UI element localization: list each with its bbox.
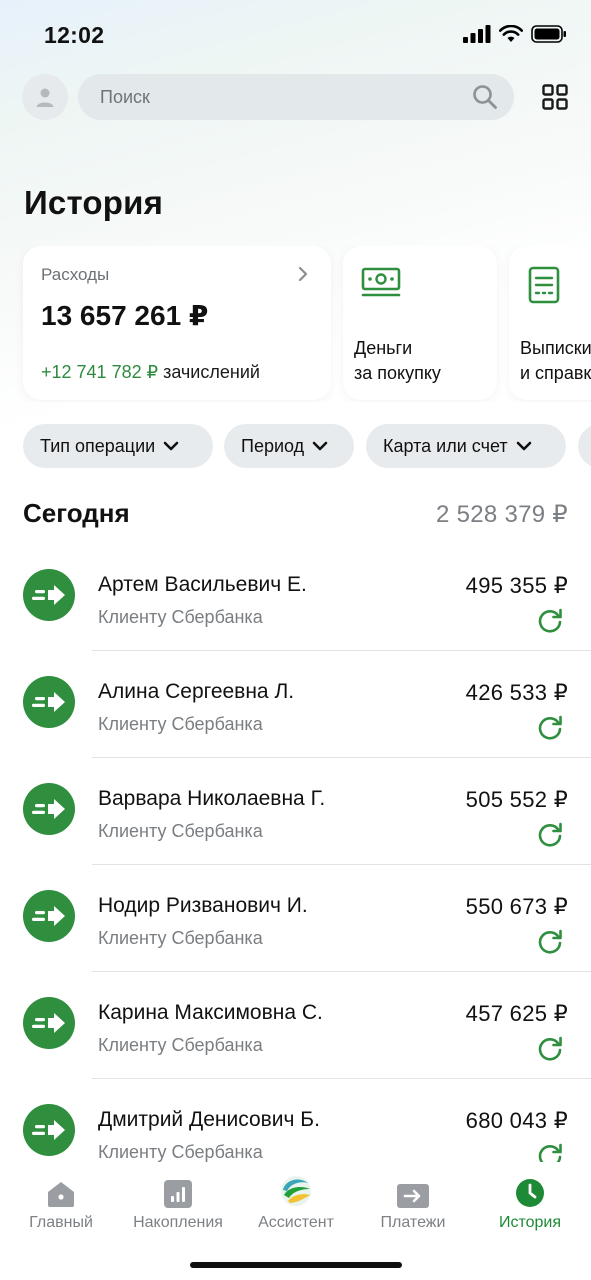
tab-assistant-label: Ассистент: [258, 1214, 334, 1231]
money-back-line1: Деньги: [354, 338, 413, 358]
transfer-arrow-icon: [23, 997, 75, 1049]
chevron-right-icon: [298, 266, 308, 282]
transaction-subtitle: Клиенту Сбербанка: [98, 1142, 263, 1162]
list-item[interactable]: Варвара Николаевна Г. Клиенту Сбербанка …: [0, 758, 591, 865]
list-item[interactable]: Артем Васильевич Е. Клиенту Сбербанка 49…: [0, 544, 591, 651]
filter-operation-type-label: Тип операции: [40, 435, 156, 456]
filter-period[interactable]: Период: [224, 424, 354, 468]
expenses-card[interactable]: Расходы 13 657 261 ₽ +12 741 782 ₽ зачис…: [23, 246, 331, 400]
chevron-down-icon: [312, 441, 328, 451]
tab-payments[interactable]: Платежи: [354, 1170, 472, 1232]
section-title: Сегодня: [23, 498, 130, 528]
repeat-icon[interactable]: [536, 607, 564, 635]
summary-cards: Расходы 13 657 261 ₽ +12 741 782 ₽ зачис…: [0, 246, 591, 402]
section-total: 2 528 379 ₽: [435, 501, 568, 528]
search-input[interactable]: Поиск: [78, 74, 514, 120]
transfer-arrow-icon: [23, 783, 75, 835]
transaction-name: Дмитрий Денисович Б.: [98, 1108, 320, 1131]
tab-home-label: Главный: [29, 1214, 93, 1231]
income-line: +12 741 782 ₽ зачислений: [41, 362, 260, 383]
assistant-icon: [281, 1176, 311, 1206]
statements-card[interactable]: Выписки и справки: [509, 246, 591, 400]
repeat-icon[interactable]: [536, 714, 564, 742]
transaction-subtitle: Клиенту Сбербанка: [98, 928, 263, 948]
tab-savings[interactable]: Накопления: [119, 1170, 237, 1232]
battery-icon: [531, 25, 566, 43]
home-icon: [48, 1182, 74, 1207]
expenses-amount: 13 657 261 ₽: [41, 300, 209, 331]
transaction-amount: 457 625 ₽: [465, 1001, 568, 1026]
statements-line1: Выписки: [520, 338, 591, 358]
repeat-icon[interactable]: [536, 1035, 564, 1063]
cash-icon: [361, 267, 401, 297]
history-clock-icon: [516, 1179, 544, 1207]
home-indicator: [190, 1262, 402, 1268]
transfer-arrow-icon: [23, 569, 75, 621]
repeat-icon[interactable]: [536, 1142, 564, 1162]
tab-savings-label: Накопления: [133, 1214, 223, 1231]
section-header: Сегодня 2 528 379 ₽: [23, 498, 568, 529]
search-placeholder: Поиск: [100, 87, 150, 107]
avatar[interactable]: [22, 74, 68, 120]
document-icon: [528, 266, 560, 304]
transaction-subtitle: Клиенту Сбербанка: [98, 821, 263, 841]
transaction-name: Артем Васильевич Е.: [98, 573, 307, 596]
payments-icon: [397, 1184, 429, 1208]
money-back-card[interactable]: Деньги за покупку: [343, 246, 497, 400]
tab-assistant[interactable]: Ассистент: [237, 1170, 355, 1232]
statements-text: Выписки и справки: [520, 336, 591, 386]
transaction-subtitle: Клиенту Сбербанка: [98, 607, 263, 627]
user-icon: [36, 88, 54, 107]
transaction-subtitle: Клиенту Сбербанка: [98, 1035, 263, 1055]
transaction-list: Артем Васильевич Е. Клиенту Сбербанка 49…: [0, 544, 591, 1162]
transaction-name: Карина Максимовна С.: [98, 1001, 323, 1024]
money-back-line2: за покупку: [354, 363, 441, 383]
tab-history[interactable]: История: [471, 1170, 589, 1232]
transaction-name: Нодир Ризванович И.: [98, 894, 308, 917]
tab-payments-label: Платежи: [380, 1214, 446, 1231]
wifi-icon: [499, 25, 523, 42]
savings-chart-icon: [164, 1180, 192, 1208]
statements-line2: и справки: [520, 363, 591, 383]
tab-history-label: История: [498, 1214, 562, 1231]
grid-menu-icon[interactable]: [542, 84, 568, 110]
list-item[interactable]: Дмитрий Денисович Б. Клиенту Сбербанка 6…: [0, 1079, 591, 1162]
repeat-icon[interactable]: [536, 821, 564, 849]
transaction-name: Алина Сергеевна Л.: [98, 680, 295, 703]
transaction-amount: 505 552 ₽: [465, 787, 568, 812]
repeat-icon[interactable]: [536, 928, 564, 956]
transaction-amount: 426 533 ₽: [465, 680, 568, 705]
transaction-amount: 550 673 ₽: [465, 894, 568, 919]
chevron-down-icon: [516, 441, 531, 451]
status-bar: 12:02: [0, 0, 591, 70]
filter-card-account[interactable]: Карта или счет: [366, 424, 566, 468]
page-title: История: [24, 184, 164, 221]
list-item[interactable]: Алина Сергеевна Л. Клиенту Сбербанка 426…: [0, 651, 591, 758]
expenses-label: Расходы: [41, 265, 110, 284]
income-suffix: зачислений: [158, 362, 260, 382]
transaction-subtitle: Клиенту Сбербанка: [98, 714, 263, 734]
filter-more[interactable]: [578, 424, 591, 468]
signal-icon: [463, 25, 491, 43]
transaction-amount: 680 043 ₽: [465, 1108, 568, 1133]
chevron-down-icon: [163, 441, 179, 451]
status-time: 12:02: [44, 22, 105, 48]
filter-period-label: Период: [241, 435, 305, 456]
filter-operation-type[interactable]: Тип операции: [23, 424, 213, 468]
transaction-amount: 495 355 ₽: [465, 573, 568, 598]
transfer-arrow-icon: [23, 1104, 75, 1156]
transfer-arrow-icon: [23, 890, 75, 942]
money-back-text: Деньги за покупку: [354, 336, 441, 386]
filter-card-account-label: Карта или счет: [383, 435, 508, 456]
list-item[interactable]: Нодир Ризванович И. Клиенту Сбербанка 55…: [0, 865, 591, 972]
transfer-arrow-icon: [23, 676, 75, 728]
search-icon[interactable]: [472, 84, 498, 110]
list-item[interactable]: Карина Максимовна С. Клиенту Сбербанка 4…: [0, 972, 591, 1079]
top-bar: Поиск: [22, 74, 572, 122]
filter-chips: Тип операции Период Карта или счет: [0, 424, 591, 470]
tab-home[interactable]: Главный: [2, 1170, 120, 1232]
status-icons: [463, 25, 567, 43]
income-amount: +12 741 782 ₽: [41, 362, 159, 382]
transaction-name: Варвара Николаевна Г.: [98, 787, 326, 810]
